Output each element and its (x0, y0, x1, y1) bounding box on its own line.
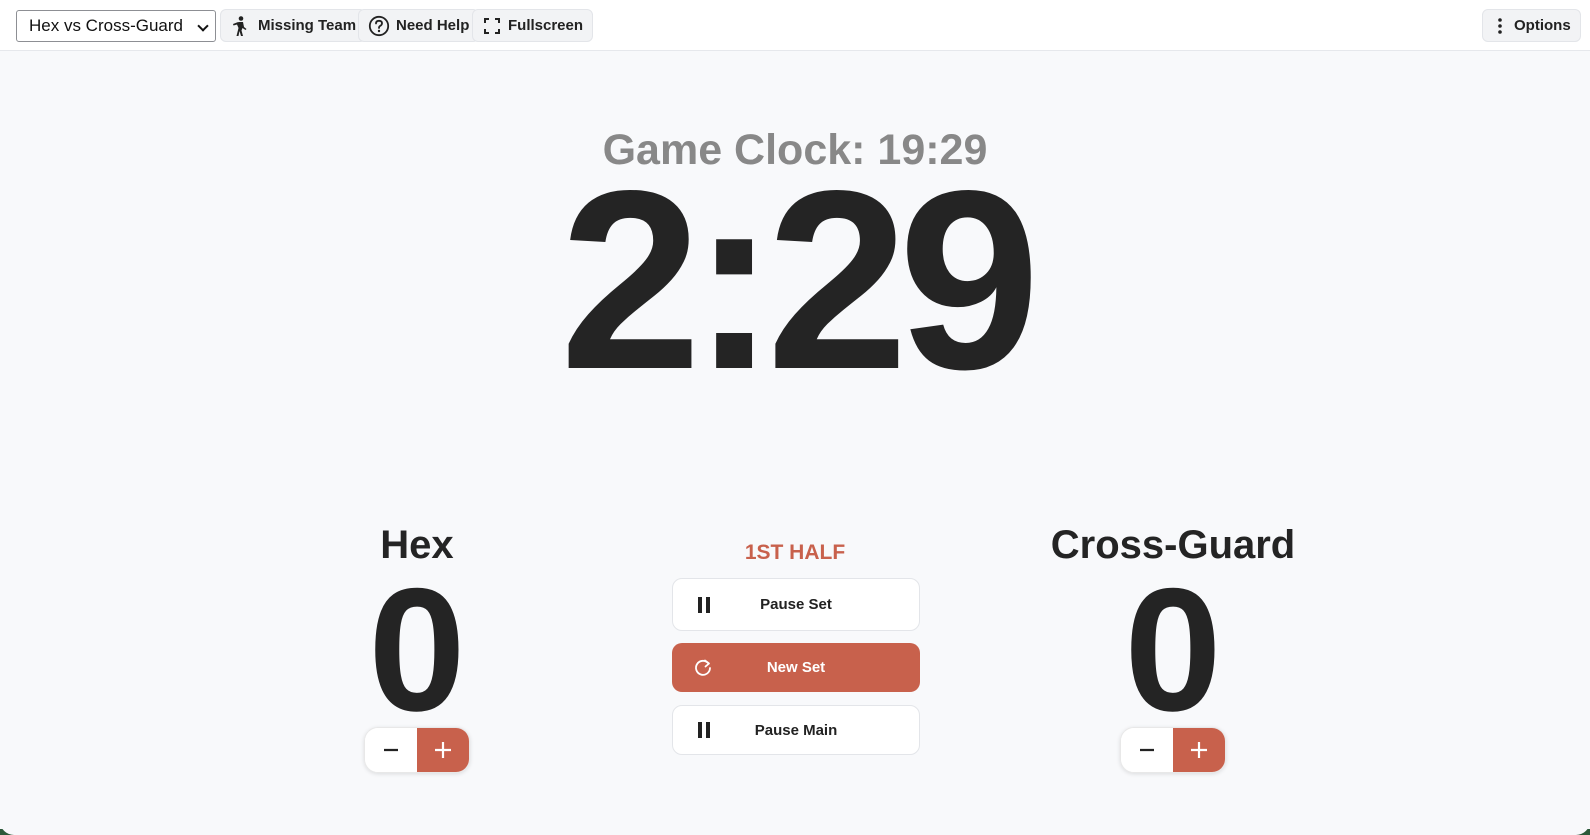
missing-team-button[interactable]: Missing Team (220, 9, 367, 42)
match-select[interactable]: Hex vs Cross-Guard (16, 10, 216, 42)
new-set-label: New Set (766, 659, 826, 676)
options-button[interactable]: Options (1482, 9, 1581, 42)
question-circle-icon (368, 15, 390, 37)
options-label: Options (1514, 17, 1571, 34)
team-right-increment-button[interactable] (1173, 728, 1225, 772)
need-help-label: Need Help (396, 17, 470, 34)
refresh-icon (672, 657, 734, 679)
team-left-decrement-button[interactable] (365, 728, 417, 772)
fullscreen-button[interactable]: Fullscreen (472, 9, 594, 42)
chevron-down-icon (197, 20, 209, 32)
pause-icon (673, 595, 735, 615)
pause-set-label: Pause Set (760, 596, 832, 613)
plus-icon (435, 742, 451, 758)
window-bottom-edge (0, 819, 1590, 835)
half-indicator: 1ST HALF (744, 541, 846, 564)
team-right: Cross-Guard 0 (963, 515, 1383, 748)
team-left-score-stepper (364, 727, 470, 773)
pause-main-button[interactable]: Pause Main (672, 705, 920, 755)
team-left-score: 0 (368, 553, 466, 748)
minus-icon (384, 748, 398, 752)
vertical-dots-icon (1492, 16, 1508, 36)
team-right-decrement-button[interactable] (1121, 728, 1173, 772)
fullscreen-icon (482, 16, 502, 36)
fullscreen-label: Fullscreen (508, 17, 584, 34)
pause-icon (673, 720, 735, 740)
team-right-score-stepper (1120, 727, 1226, 773)
team-right-score: 0 (1124, 553, 1222, 748)
match-select-value: Hex vs Cross-Guard (29, 16, 183, 35)
top-toolbar: Hex vs Cross-Guard Missing Team Need Hel… (0, 0, 1590, 51)
team-left-increment-button[interactable] (417, 728, 469, 772)
team-left: Hex 0 (207, 515, 627, 748)
plus-icon (1191, 742, 1207, 758)
need-help-button[interactable]: Need Help (358, 9, 480, 42)
new-set-button[interactable]: New Set (672, 643, 920, 692)
pause-set-button[interactable]: Pause Set (672, 578, 920, 631)
missing-team-label: Missing Team (258, 17, 357, 34)
person-walking-icon (230, 15, 252, 37)
pause-main-label: Pause Main (754, 721, 838, 739)
minus-icon (1140, 748, 1154, 752)
set-clock: 2:29 (559, 138, 1040, 423)
